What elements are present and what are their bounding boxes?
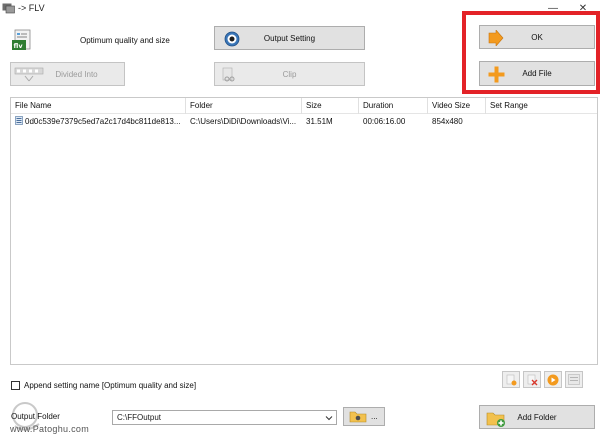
delete-x-icon <box>527 374 537 385</box>
column-folder[interactable]: Folder <box>186 98 302 114</box>
table-row[interactable]: 0d0c539e7379c5ed7a2c17d4bc811de813... C:… <box>11 115 597 129</box>
app-icon <box>2 3 15 14</box>
output-folder-path: C:\FFOutput <box>117 413 162 422</box>
settings-gear-icon <box>224 31 240 47</box>
table-header: File Name Folder Size Duration Video Siz… <box>11 98 597 114</box>
list-action-buttons <box>502 371 583 388</box>
add-file-button[interactable]: Add File <box>479 61 595 86</box>
clear-list-button[interactable] <box>523 371 541 388</box>
svg-text:flv: flv <box>14 42 24 50</box>
browse-ellipsis: ... <box>371 412 378 421</box>
cell-video-size: 854x480 <box>432 117 463 126</box>
media-info-icon <box>568 374 580 385</box>
column-duration[interactable]: Duration <box>359 98 428 114</box>
column-set-range[interactable]: Set Range <box>486 98 597 114</box>
add-folder-icon <box>486 412 505 427</box>
clip-button[interactable]: Clip <box>214 62 365 86</box>
column-file-name[interactable]: File Name <box>11 98 186 114</box>
divided-into-label: Divided Into <box>55 69 98 79</box>
cell-set-range <box>486 115 597 129</box>
output-setting-label: Output Setting <box>263 33 316 43</box>
add-folder-label: Add Folder <box>517 412 557 422</box>
remove-item-button[interactable] <box>502 371 520 388</box>
remove-file-icon <box>506 374 516 385</box>
divided-into-button[interactable]: Divided Into <box>10 62 125 86</box>
output-setting-button[interactable]: Output Setting <box>214 26 365 50</box>
file-list-table[interactable]: File Name Folder Size Duration Video Siz… <box>10 97 598 365</box>
video-file-icon <box>15 116 23 125</box>
add-file-label: Add File <box>522 69 552 78</box>
column-video-size[interactable]: Video Size <box>428 98 486 114</box>
output-folder-label: Output Folder <box>11 412 60 421</box>
media-info-button[interactable] <box>565 371 583 388</box>
window-title: -> FLV <box>18 3 45 13</box>
append-setting-label: Append setting name [Optimum quality and… <box>24 381 197 390</box>
plus-icon <box>488 66 505 83</box>
file-name-text: 0d0c539e7379c5ed7a2c17d4bc811de813... <box>25 117 181 126</box>
play-button[interactable] <box>544 371 562 388</box>
play-icon <box>547 374 559 385</box>
flv-format-icon[interactable]: flv <box>11 29 33 52</box>
chevron-down-icon <box>325 416 333 421</box>
arrow-right-icon <box>488 30 504 46</box>
browse-folder-button[interactable]: ... <box>343 407 385 426</box>
clip-label: Clip <box>282 69 297 79</box>
split-film-icon <box>14 67 44 82</box>
append-setting-option[interactable]: Append setting name [Optimum quality and… <box>11 381 196 390</box>
output-profile-label[interactable]: Optimum quality and size <box>80 36 170 45</box>
cell-size: 31.51M <box>306 117 333 126</box>
output-folder-select[interactable]: C:\FFOutput <box>112 410 337 425</box>
watermark-site-text: www.Patoghu.com <box>10 424 90 434</box>
append-setting-checkbox[interactable] <box>11 381 20 390</box>
ok-button[interactable]: OK <box>479 25 595 49</box>
folder-icon <box>349 411 367 423</box>
column-size[interactable]: Size <box>302 98 359 114</box>
ok-label: OK <box>531 32 543 42</box>
clip-scissors-icon <box>222 67 235 82</box>
cell-file-name: 0d0c539e7379c5ed7a2c17d4bc811de813... <box>11 115 186 129</box>
add-folder-button[interactable]: Add Folder <box>479 405 595 429</box>
cell-folder: C:\Users\DiDi\Downloads\Vi... <box>190 117 297 126</box>
cell-duration: 00:06:16.00 <box>363 117 406 126</box>
